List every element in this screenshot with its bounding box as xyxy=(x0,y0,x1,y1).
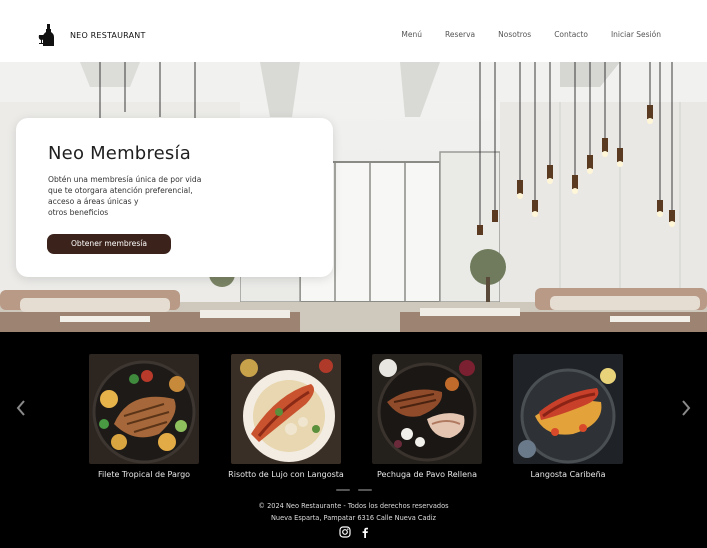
dish-name-langosta: Langosta Caribeña xyxy=(530,470,606,479)
dish-name-filete: Filete Tropical de Pargo xyxy=(97,470,191,479)
dish-name-pechuga: Pechuga de Pavo Rellena xyxy=(376,470,478,479)
dish-image xyxy=(372,354,482,464)
membership-description-line: que te otorgara atención preferencial, xyxy=(48,186,193,195)
dish-name-risotto: Risotto de Lujo con Langosta xyxy=(228,470,344,479)
get-membership-button[interactable]: Obtener membresía xyxy=(47,234,171,254)
membership-description-line: acceso a áreas únicas y xyxy=(48,197,139,206)
dish-card-pechuga[interactable] xyxy=(372,354,482,464)
instagram-icon[interactable] xyxy=(339,526,351,538)
nav-menu[interactable]: Menú xyxy=(401,30,422,39)
membership-description-line: Obtén una membresía única de por vida xyxy=(48,175,202,184)
chevron-left-icon[interactable] xyxy=(14,398,28,418)
footer-address: Nueva Esparta, Pampatar 6316 Calle Nueva… xyxy=(270,514,437,522)
carousel-indicator[interactable] xyxy=(336,489,350,491)
social-links xyxy=(339,526,371,538)
chevron-right-icon[interactable] xyxy=(679,398,693,418)
carousel-indicators xyxy=(336,489,372,491)
membership-title: Neo Membresía xyxy=(48,143,191,164)
dish-card-risotto[interactable] xyxy=(231,354,341,464)
dish-card-langosta[interactable] xyxy=(513,354,623,464)
nav-nosotros[interactable]: Nosotros xyxy=(498,30,531,39)
wine-bottle-glass-icon xyxy=(38,24,54,46)
dish-image xyxy=(89,354,199,464)
brand[interactable]: NEO RESTAURANT xyxy=(38,24,146,46)
facebook-icon[interactable] xyxy=(359,526,371,538)
nav-reserva[interactable]: Reserva xyxy=(445,30,475,39)
nav-contacto[interactable]: Contacto xyxy=(554,30,588,39)
dish-image xyxy=(513,354,623,464)
dish-image xyxy=(231,354,341,464)
main-nav: Menú Reserva Nosotros Contacto Iniciar S… xyxy=(378,30,661,39)
membership-description-line: otros beneficios xyxy=(48,208,109,217)
carousel-indicator[interactable] xyxy=(358,489,372,491)
site-header: NEO RESTAURANT Menú Reserva Nosotros Con… xyxy=(0,0,707,62)
footer-copyright: © 2024 Neo Restaurante - Todos los derec… xyxy=(258,502,449,510)
brand-name: NEO RESTAURANT xyxy=(70,30,146,40)
membership-description: Obtén una membresía única de por vida qu… xyxy=(48,174,238,218)
dishes-section: Filete Tropical de Pargo Risotto de Lujo… xyxy=(0,332,707,548)
membership-card: Neo Membresía Obtén una membresía única … xyxy=(16,118,333,277)
hero-section: Neo Membresía Obtén una membresía única … xyxy=(0,62,707,332)
nav-iniciar-sesion[interactable]: Iniciar Sesión xyxy=(611,30,661,39)
dish-card-filete[interactable] xyxy=(89,354,199,464)
